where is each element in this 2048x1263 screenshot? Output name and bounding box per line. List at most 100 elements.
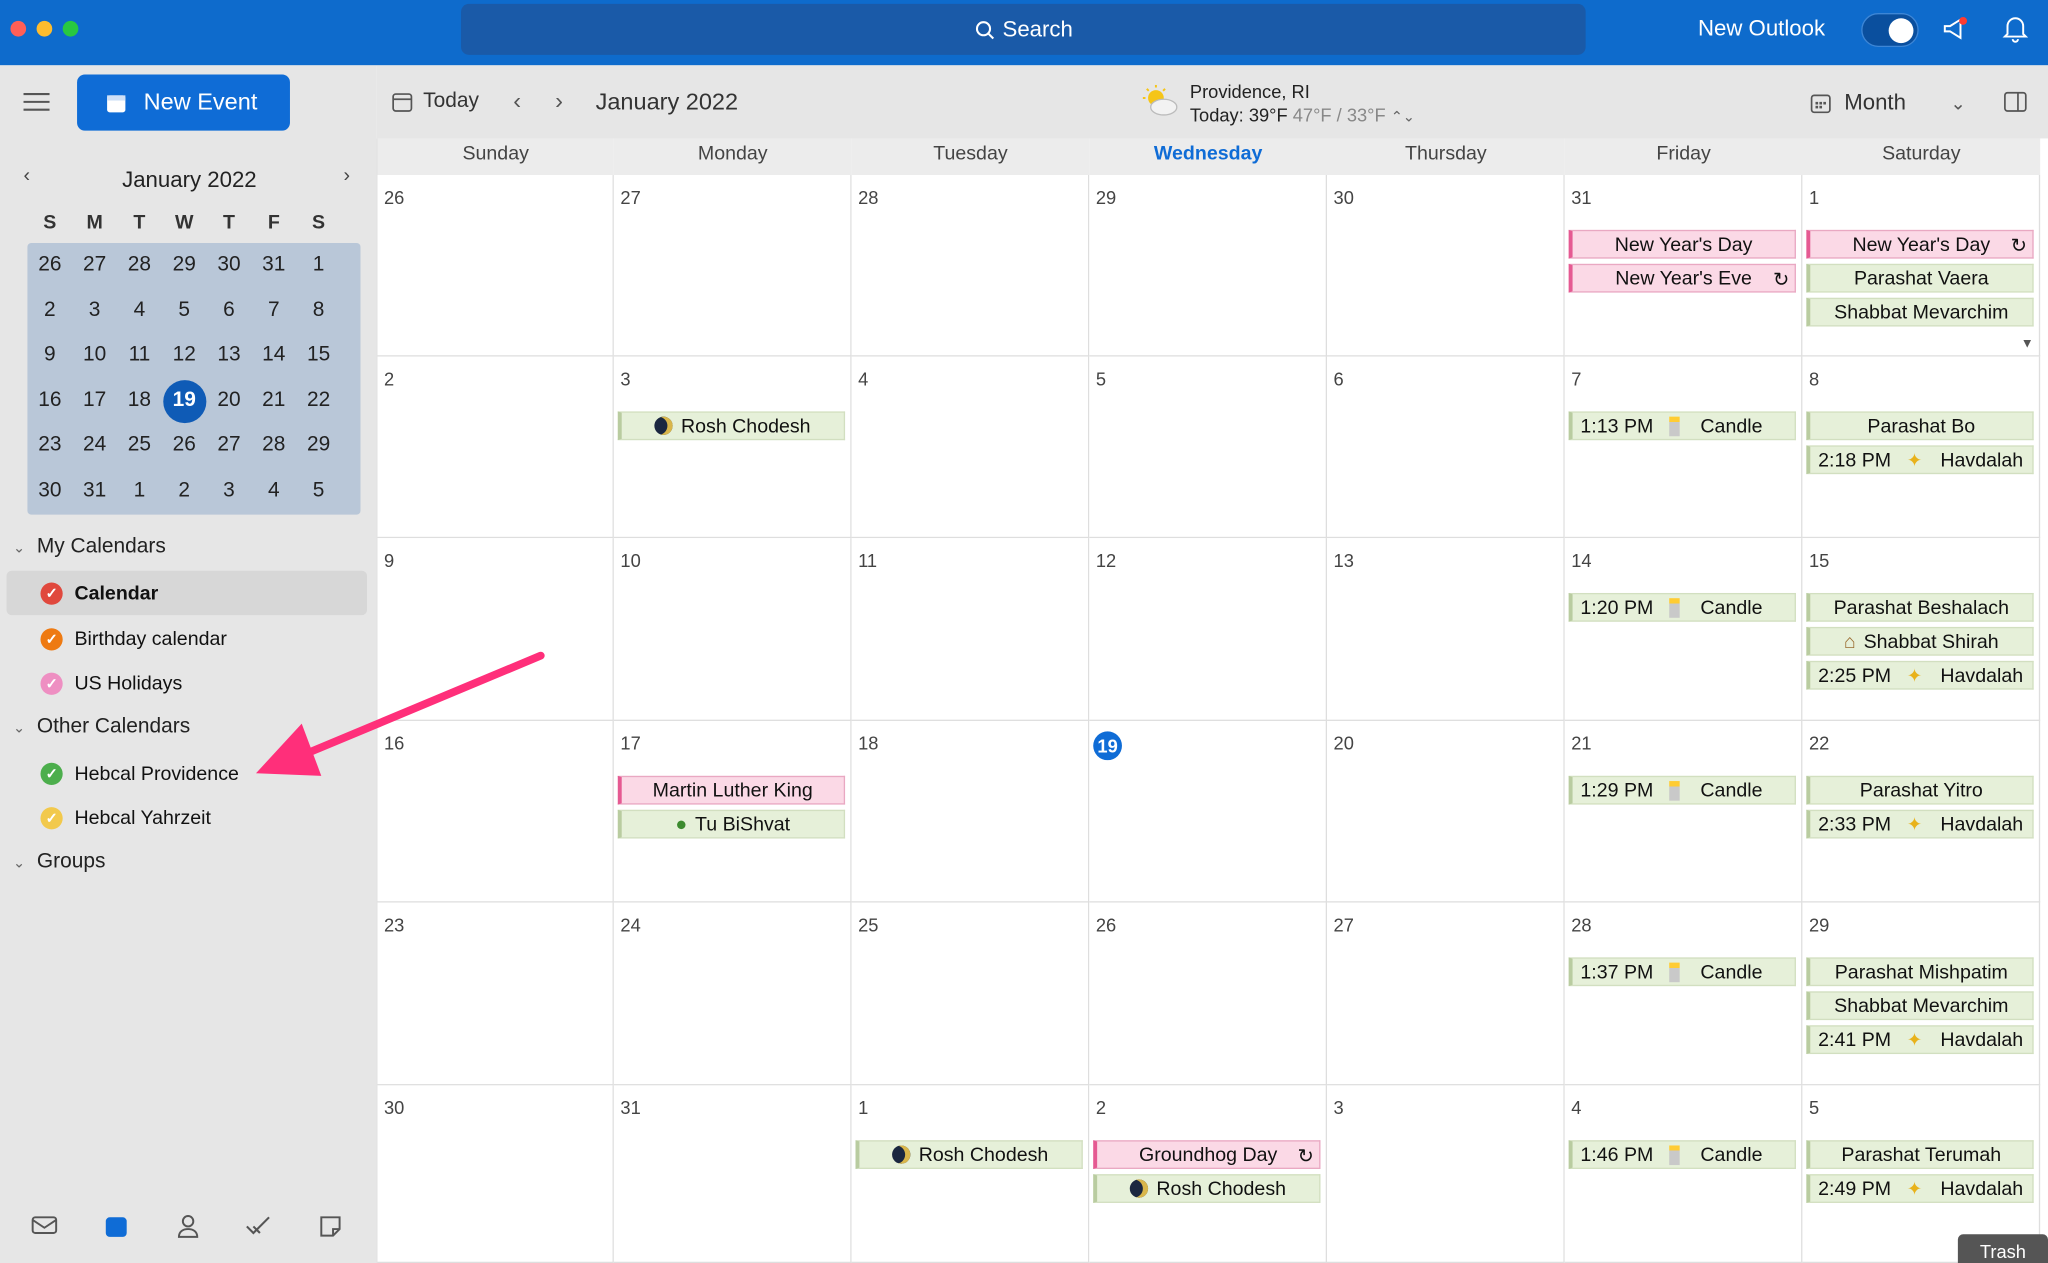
day-cell[interactable]: 31 New Year's Day New Year's Eve ↻ xyxy=(1564,175,1803,357)
calendar-event[interactable]: Parashat Vaera xyxy=(1806,263,2034,293)
mini-day[interactable]: 2 xyxy=(27,288,72,333)
calendar-item-hebcal-yahrzeit[interactable]: ✓ Hebcal Yahrzeit xyxy=(7,795,367,839)
zoom-window-button[interactable] xyxy=(62,20,79,37)
day-cell[interactable]: 2 Groundhog Day ↻ Rosh Chodesh xyxy=(1089,1085,1328,1263)
mini-day[interactable]: 18 xyxy=(117,378,162,423)
day-cell[interactable]: 21 1:29 PM Candle xyxy=(1564,720,1803,903)
calendar-event[interactable]: 1:37 PM Candle xyxy=(1568,957,1796,987)
today-button[interactable]: Today xyxy=(392,90,479,114)
mini-day[interactable]: 3 xyxy=(207,469,252,514)
mini-next-month-icon[interactable]: › xyxy=(344,165,351,187)
calendar-event[interactable]: New Year's Day ↻ xyxy=(1806,229,2034,259)
mini-day[interactable]: 12 xyxy=(162,333,207,378)
mini-day[interactable]: 1 xyxy=(296,243,341,288)
day-cell[interactable]: 4 xyxy=(851,356,1090,539)
mini-day[interactable]: 31 xyxy=(72,469,117,514)
calendar-event[interactable]: 1:46 PM Candle xyxy=(1568,1140,1796,1169)
mail-icon[interactable] xyxy=(31,1215,58,1236)
mini-day[interactable]: 2 xyxy=(162,469,207,514)
toggle-pane-icon[interactable] xyxy=(2004,91,2028,112)
day-cell[interactable]: 26 xyxy=(1089,902,1328,1086)
day-cell[interactable]: 27 xyxy=(1327,902,1565,1086)
new-outlook-toggle[interactable] xyxy=(1861,13,1919,48)
mini-day[interactable]: 25 xyxy=(117,424,162,469)
day-cell[interactable]: 2 xyxy=(377,356,614,539)
notes-icon[interactable] xyxy=(319,1215,343,1239)
minimize-window-button[interactable] xyxy=(36,20,53,37)
day-cell[interactable]: 18 xyxy=(851,720,1090,903)
mini-day[interactable]: 22 xyxy=(296,378,341,423)
day-cell[interactable]: 9 xyxy=(377,538,614,721)
mini-day[interactable]: 31 xyxy=(251,243,296,288)
calendar-event[interactable]: Parashat Mishpatim xyxy=(1806,957,2034,987)
checkmark-icon[interactable]: ✓ xyxy=(40,806,63,829)
view-selector[interactable]: Month ⌄ xyxy=(1810,90,1966,116)
day-cell[interactable]: 1 New Year's Day ↻ Parashat Vaera Shabbat Me… xyxy=(1802,175,2041,357)
people-icon[interactable] xyxy=(176,1215,200,1239)
day-cell[interactable]: 6 xyxy=(1327,356,1565,539)
calendar-event[interactable]: 2:41 PM ✦ Havdalah xyxy=(1806,1025,2034,1055)
day-cell[interactable]: 22 Parashat Yitro 2:33 PM ✦ Havdalah xyxy=(1802,720,2041,903)
megaphone-icon[interactable] xyxy=(1941,14,1970,43)
calendar-event[interactable]: 2:25 PM ✦ Havdalah xyxy=(1806,660,2034,690)
mini-day[interactable]: 1 xyxy=(117,469,162,514)
mini-day[interactable]: 26 xyxy=(27,243,72,288)
day-cell[interactable]: 19 xyxy=(1089,720,1328,903)
calendar-event[interactable]: 1:20 PM Candle xyxy=(1568,592,1796,622)
mini-day[interactable]: 11 xyxy=(117,333,162,378)
calendar-event[interactable]: Martin Luther King xyxy=(617,775,846,805)
previous-month-icon[interactable]: ‹ xyxy=(513,88,521,115)
mini-day[interactable]: 17 xyxy=(72,378,117,423)
mini-day[interactable]: 6 xyxy=(207,288,252,333)
calendar-event[interactable]: Shabbat Mevarchim xyxy=(1806,297,2034,327)
day-cell[interactable]: 27 xyxy=(613,175,852,357)
mini-day[interactable]: 30 xyxy=(207,243,252,288)
mini-day[interactable]: 5 xyxy=(296,469,341,514)
day-cell[interactable]: 25 xyxy=(851,902,1090,1086)
checkmark-icon[interactable]: ✓ xyxy=(40,762,63,785)
calendar-event[interactable]: Rosh Chodesh xyxy=(617,411,846,441)
other-calendars-group[interactable]: ⌄ Other Calendars xyxy=(13,716,190,740)
day-cell[interactable]: 23 xyxy=(377,902,614,1086)
mini-day[interactable]: 28 xyxy=(117,243,162,288)
chevron-down-icon[interactable]: ⌄ xyxy=(1950,92,1965,114)
day-cell[interactable]: 28 xyxy=(851,175,1090,357)
day-cell[interactable]: 30 xyxy=(1327,175,1565,357)
tasks-icon[interactable] xyxy=(246,1215,272,1239)
calendar-event[interactable]: Parashat Yitro xyxy=(1806,775,2034,805)
day-cell[interactable]: 3 Rosh Chodesh xyxy=(613,356,852,539)
day-cell[interactable]: 28 1:37 PM Candle xyxy=(1564,902,1803,1086)
day-cell[interactable]: 3 xyxy=(1327,1085,1565,1263)
day-cell[interactable]: 15 Parashat Beshalach ⌂ Shabbat Shirah 2:25 … xyxy=(1802,538,2041,721)
mini-day-today[interactable]: 19 xyxy=(162,378,207,423)
mini-day[interactable]: 10 xyxy=(72,333,117,378)
mini-day[interactable]: 3 xyxy=(72,288,117,333)
day-cell[interactable]: 26 xyxy=(377,175,614,357)
calendar-event[interactable]: 1:29 PM Candle xyxy=(1568,775,1796,805)
mini-day[interactable]: 15 xyxy=(296,333,341,378)
dock-trash[interactable]: Trash xyxy=(1957,1234,2048,1263)
calendar-item-us-holidays[interactable]: ✓ US Holidays xyxy=(7,661,367,705)
calendar-event[interactable]: Parashat Bo xyxy=(1806,411,2034,441)
calendar-item-birthday[interactable]: ✓ Birthday calendar xyxy=(7,616,367,660)
day-cell[interactable]: 4 1:46 PM Candle xyxy=(1564,1085,1803,1263)
mini-day[interactable]: 7 xyxy=(251,288,296,333)
hamburger-menu-icon[interactable] xyxy=(23,91,50,112)
mini-day[interactable]: 23 xyxy=(27,424,72,469)
checkmark-icon[interactable]: ✓ xyxy=(40,581,63,605)
checkmark-icon[interactable]: ✓ xyxy=(40,627,63,650)
mini-day[interactable]: 30 xyxy=(27,469,72,514)
calendar-event[interactable]: Shabbat Mevarchim xyxy=(1806,991,2034,1021)
calendar-item-hebcal-providence[interactable]: ✓ Hebcal Providence xyxy=(7,751,367,795)
day-cell[interactable]: 24 xyxy=(613,902,852,1086)
day-cell[interactable]: 8 Parashat Bo 2:18 PM ✦ Havdalah xyxy=(1802,356,2041,539)
mini-day[interactable]: 24 xyxy=(72,424,117,469)
day-cell[interactable]: 16 xyxy=(377,720,614,903)
day-cell[interactable]: 29 Parashat Mishpatim Shabbat Mevarchim 2:4… xyxy=(1802,902,2041,1086)
day-cell[interactable]: 29 xyxy=(1089,175,1328,357)
day-cell[interactable]: 30 xyxy=(377,1085,614,1263)
calendar-event[interactable]: 2:18 PM ✦ Havdalah xyxy=(1806,445,2034,475)
mini-day[interactable]: 4 xyxy=(251,469,296,514)
calendar-event[interactable]: Parashat Beshalach xyxy=(1806,592,2034,622)
mini-day[interactable]: 20 xyxy=(207,378,252,423)
